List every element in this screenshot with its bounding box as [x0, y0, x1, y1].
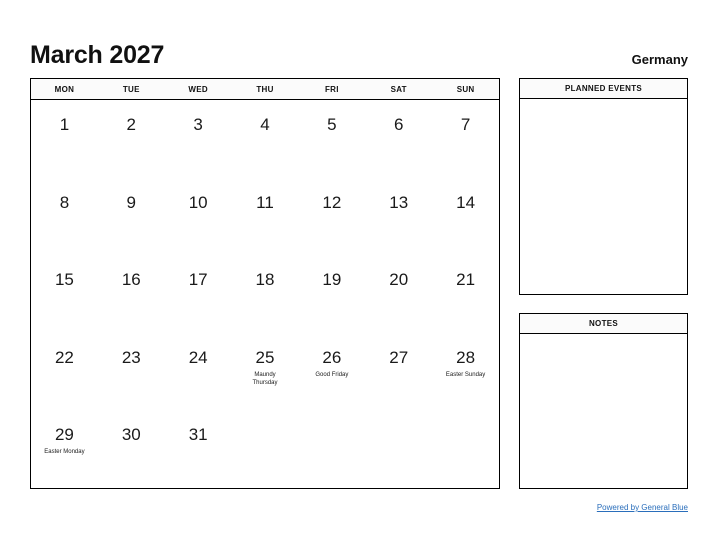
day-cell-7[interactable]: 7 — [432, 100, 499, 178]
calendar-grid: MON TUE WED THU FRI SAT SUN 1 2 3 4 5 6 7 8 9 10 11 12 13 1… — [30, 78, 500, 489]
day-cell-29[interactable]: 29 Easter Monday — [31, 410, 98, 488]
day-cell-13[interactable]: 13 — [365, 178, 432, 256]
day-number: 13 — [389, 192, 409, 212]
calendar-week-row: 1 2 3 4 5 6 7 — [31, 100, 499, 178]
day-number: 28 — [456, 347, 476, 367]
day-cell-6[interactable]: 6 — [365, 100, 432, 178]
day-cell-19[interactable]: 19 — [298, 255, 365, 333]
day-holiday-label: Good Friday — [315, 371, 349, 378]
planned-events-body[interactable] — [520, 99, 687, 294]
day-number: 1 — [59, 115, 70, 134]
day-number: 14 — [456, 192, 476, 212]
planned-events-title: PLANNED EVENTS — [520, 79, 687, 99]
day-cell-14[interactable]: 14 — [432, 178, 499, 256]
day-number: 26 — [322, 347, 342, 367]
day-cell-21[interactable]: 21 — [432, 255, 499, 333]
day-number: 20 — [389, 270, 409, 290]
day-number: 22 — [54, 347, 74, 367]
day-cell-25[interactable]: 25 Maundy Thursday — [232, 333, 299, 411]
day-number: 24 — [188, 347, 208, 367]
page-header: March 2027 Germany — [30, 30, 688, 68]
day-number: 10 — [188, 192, 208, 212]
day-number: 11 — [256, 192, 274, 212]
weekday-header-tue: TUE — [122, 84, 140, 94]
powered-by-link[interactable]: Powered by General Blue — [597, 503, 688, 512]
day-number: 16 — [121, 270, 141, 290]
day-number: 25 — [255, 347, 275, 367]
calendar-week-row: 8 9 10 11 12 13 14 — [31, 178, 499, 256]
day-number: 5 — [327, 115, 337, 134]
day-holiday-label: Easter Monday — [44, 449, 85, 456]
weekday-header-thu: THU — [256, 84, 274, 94]
day-number: 29 — [54, 425, 74, 445]
day-cell-empty — [298, 410, 365, 488]
day-number: 3 — [193, 115, 203, 134]
notes-title: NOTES — [520, 314, 687, 334]
calendar-weeks: 1 2 3 4 5 6 7 8 9 10 11 12 13 14 15 16 17 18 19 20 21 22 23 24 2… — [31, 100, 499, 488]
calendar-week-row: 22 23 24 25 Maundy Thursday 26 Good Friday 27 28… — [31, 333, 499, 411]
day-number: 15 — [54, 270, 74, 290]
day-cell-24[interactable]: 24 — [165, 333, 232, 411]
day-number: 9 — [126, 192, 137, 212]
day-cell-16[interactable]: 16 — [98, 255, 165, 333]
day-cell-27[interactable]: 27 — [365, 333, 432, 411]
day-holiday-label: Easter Sunday — [445, 371, 486, 378]
day-number: 12 — [322, 192, 342, 212]
day-cell-9[interactable]: 9 — [98, 178, 165, 256]
planned-events-panel: PLANNED EVENTS — [519, 78, 688, 295]
day-cell-15[interactable]: 15 — [31, 255, 98, 333]
day-cell-empty — [432, 410, 499, 488]
day-cell-5[interactable]: 5 — [298, 100, 365, 178]
day-cell-11[interactable]: 11 — [232, 178, 299, 256]
weekday-header-row: MON TUE WED THU FRI SAT SUN — [31, 79, 499, 100]
day-cell-31[interactable]: 31 — [165, 410, 232, 488]
day-number: 19 — [322, 270, 342, 290]
day-cell-empty — [232, 410, 299, 488]
day-holiday-label: Maundy Thursday — [252, 371, 278, 386]
notes-panel: NOTES — [519, 313, 688, 489]
day-number: 6 — [393, 115, 404, 134]
day-cell-1[interactable]: 1 — [31, 100, 98, 178]
day-cell-26[interactable]: 26 Good Friday — [298, 333, 365, 411]
notes-body[interactable] — [520, 334, 687, 488]
weekday-header-fri: FRI — [324, 84, 339, 94]
weekday-header-mon: MON — [54, 84, 75, 94]
day-number: 27 — [389, 347, 409, 367]
region-label: Germany — [631, 52, 688, 67]
day-cell-17[interactable]: 17 — [165, 255, 232, 333]
day-cell-12[interactable]: 12 — [298, 178, 365, 256]
day-cell-30[interactable]: 30 — [98, 410, 165, 488]
weekday-header-sat: SAT — [390, 84, 407, 94]
calendar-week-row: 15 16 17 18 19 20 21 — [31, 255, 499, 333]
day-cell-18[interactable]: 18 — [232, 255, 299, 333]
calendar-week-row: 29 Easter Monday 30 31 — [31, 410, 499, 488]
day-cell-empty — [365, 410, 432, 488]
day-number: 4 — [260, 115, 270, 134]
day-cell-22[interactable]: 22 — [31, 333, 98, 411]
weekday-header-wed: WED — [188, 84, 208, 94]
day-number: 18 — [255, 270, 275, 290]
day-number: 23 — [121, 347, 141, 367]
day-cell-20[interactable]: 20 — [365, 255, 432, 333]
day-number: 2 — [126, 115, 137, 134]
day-cell-23[interactable]: 23 — [98, 333, 165, 411]
page-footer: Powered by General Blue — [519, 497, 688, 515]
day-number: 17 — [188, 270, 208, 290]
page-title: March 2027 — [30, 41, 165, 69]
day-number: 30 — [121, 425, 141, 445]
day-number: 31 — [188, 425, 208, 445]
day-cell-4[interactable]: 4 — [232, 100, 299, 178]
day-cell-3[interactable]: 3 — [165, 100, 232, 178]
day-cell-10[interactable]: 10 — [165, 178, 232, 256]
day-number: 21 — [456, 270, 476, 290]
day-number: 8 — [59, 192, 70, 212]
day-cell-8[interactable]: 8 — [31, 178, 98, 256]
weekday-header-sun: SUN — [456, 84, 475, 94]
day-cell-2[interactable]: 2 — [98, 100, 165, 178]
day-number: 7 — [460, 115, 471, 134]
day-cell-28[interactable]: 28 Easter Sunday — [432, 333, 499, 411]
